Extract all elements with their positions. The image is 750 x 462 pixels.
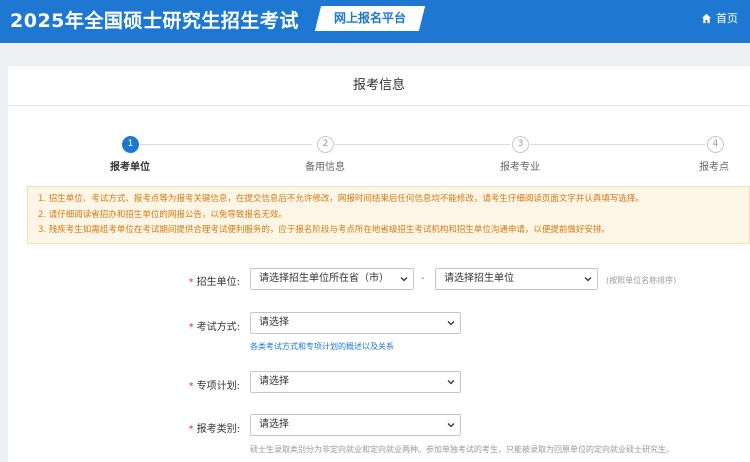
step-1-indicator: 1 <box>122 136 139 153</box>
category-label: * 报考类别: <box>188 424 240 435</box>
step-1-label: 报考单位 <box>110 162 150 173</box>
chevron-down-icon <box>447 321 455 326</box>
step-3-label: 报考专业 <box>500 162 540 173</box>
notice-line: 2. 请仔细阅读省招办和招生单位的网报公告，以免导致报名无效。 <box>38 209 287 220</box>
exam-method-select[interactable]: 请选择 <box>250 312 461 334</box>
home-link[interactable]: 首页 <box>701 10 738 26</box>
required-mark: * <box>188 381 194 392</box>
category-select[interactable]: 请选择 <box>250 414 461 436</box>
step-4-label: 报考点 <box>699 162 729 173</box>
required-mark: * <box>188 424 194 435</box>
platform-badge: 网上报名平台 <box>314 6 426 31</box>
step-connector <box>530 144 705 145</box>
unit-label: * 招生单位: <box>188 277 240 288</box>
special-plan-select[interactable]: 请选择 <box>250 371 461 393</box>
main-card: 报考信息 <box>8 66 750 462</box>
required-mark: * <box>188 277 194 288</box>
province-select[interactable]: 请选择招生单位所在省（市） <box>250 268 414 290</box>
step-connector <box>335 144 510 145</box>
step-2-label: 备用信息 <box>305 162 345 173</box>
chevron-down-icon <box>447 423 455 428</box>
step-2-indicator: 2 <box>317 136 334 153</box>
unit-select[interactable]: 请选择招生单位 <box>435 268 598 290</box>
card-title: 报考信息 <box>8 66 750 106</box>
chevron-down-icon <box>447 380 455 385</box>
top-bar: 2025年全国硕士研究生招生考试 网上报名平台 首页 <box>0 0 750 43</box>
special-plan-label: * 专项计划: <box>188 381 240 392</box>
site-title: 2025年全国硕士研究生招生考试 <box>10 10 299 32</box>
step-connector <box>140 144 312 145</box>
category-hint: 硕士生录取类别分为非定向就业和定向就业两种。参加单独考试的考生，只能被录取为回原… <box>250 445 674 454</box>
exam-method-info-link[interactable]: 各类考试方式和专项计划的概述以及关系 <box>250 341 394 352</box>
notice-box: 1. 招生单位、考试方式、报考点等为报考关键信息，在提交信息后不允许修改，网报时… <box>27 186 750 244</box>
step-3-indicator: 3 <box>512 136 529 153</box>
chevron-down-icon <box>400 277 408 282</box>
chevron-down-icon <box>584 277 592 282</box>
exam-method-label: * 考试方式: <box>188 322 240 333</box>
notice-line: 3. 残疾考生如需组考单位在考试期间提供合理考试便利服务的，应于报名阶段与考点所… <box>38 225 610 235</box>
home-label: 首页 <box>716 12 738 25</box>
step-4-indicator: 4 <box>707 136 724 153</box>
unit-separator: - <box>421 273 425 284</box>
unit-sort-hint: (按照单位名称排序) <box>606 276 677 285</box>
required-mark: * <box>188 322 194 333</box>
notice-line: 1. 招生单位、考试方式、报考点等为报考关键信息，在提交信息后不允许修改，网报时… <box>38 194 644 204</box>
home-icon <box>701 13 712 23</box>
